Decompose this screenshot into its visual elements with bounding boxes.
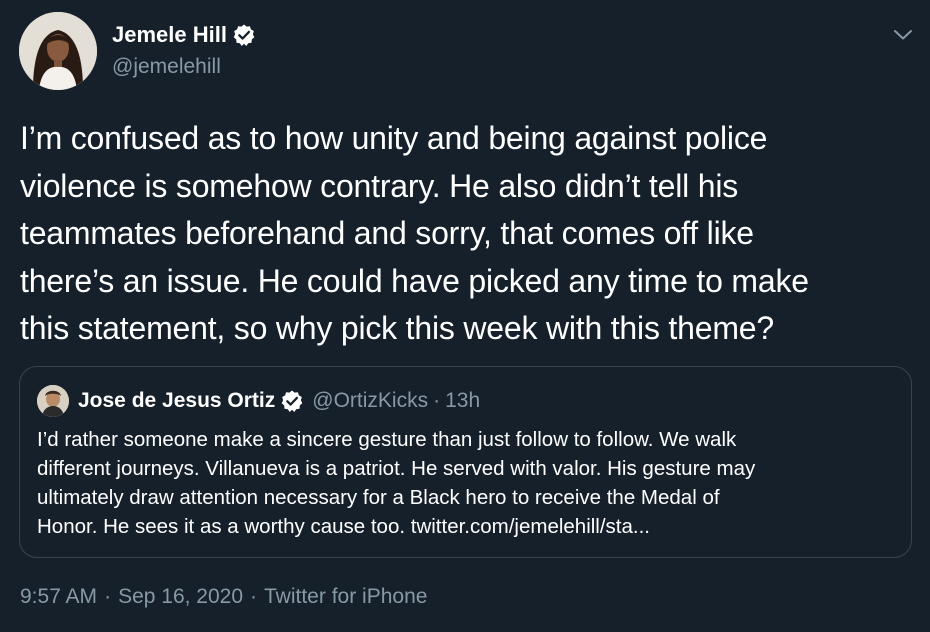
author-display-name[interactable]: Jemele Hill [112,22,227,48]
quoted-text-line: I’d rather someone make a sincere gestur… [37,428,737,451]
quoted-separator: · [433,389,441,412]
quoted-header: Jose de Jesus Ortiz @OrtizKicks · 13h [78,385,480,417]
verified-badge-icon [232,23,256,47]
tweet-text-line: I’m confused as to how unity and being a… [20,120,768,156]
quoted-text: I’d rather someone make a sincere gestur… [37,425,907,541]
quoted-author-handle[interactable]: @OrtizKicks [312,389,428,413]
meta-separator: · [104,585,112,608]
verified-badge-icon [280,389,304,413]
tweet-text-line: teammates beforehand and sorry, that com… [20,215,754,251]
chevron-down-icon[interactable] [890,22,916,48]
tweet-meta: 9:57 AM · Sep 16, 2020 · Twitter for iPh… [20,585,427,609]
quoted-text-line: Honor. He sees it as a worthy cause too.… [37,515,650,538]
tweet-source-link[interactable]: Twitter for iPhone [264,585,427,609]
meta-separator: · [250,585,258,608]
tweet-text-line: violence is somehow contrary. He also di… [20,167,739,204]
author-avatar[interactable] [19,12,97,90]
quoted-text-line: ultimately draw attention necessary for … [37,486,720,509]
quoted-timestamp[interactable]: 13h [445,389,480,413]
quoted-author-avatar[interactable] [37,385,69,417]
tweet-card: Jemele Hill @jemelehill I’m confused as … [0,0,930,632]
tweet-time[interactable]: 9:57 AM [20,585,97,609]
tweet-text: I’m confused as to how unity and being a… [20,115,910,353]
author-handle[interactable]: @jemelehill [112,55,256,79]
tweet-date[interactable]: Sep 16, 2020 [118,585,243,609]
quoted-tweet[interactable]: Jose de Jesus Ortiz @OrtizKicks · 13h I’… [19,366,912,558]
tweet-author: Jemele Hill @jemelehill [112,20,256,79]
quoted-text-line: different journeys. Villanueva is a patr… [37,457,756,480]
quoted-author-name[interactable]: Jose de Jesus Ortiz [78,389,275,413]
tweet-text-line: there’s an issue. He could have picked a… [20,262,809,299]
tweet-text-line: this statement, so why pick this week wi… [20,310,774,346]
author-name-row: Jemele Hill [112,20,256,50]
